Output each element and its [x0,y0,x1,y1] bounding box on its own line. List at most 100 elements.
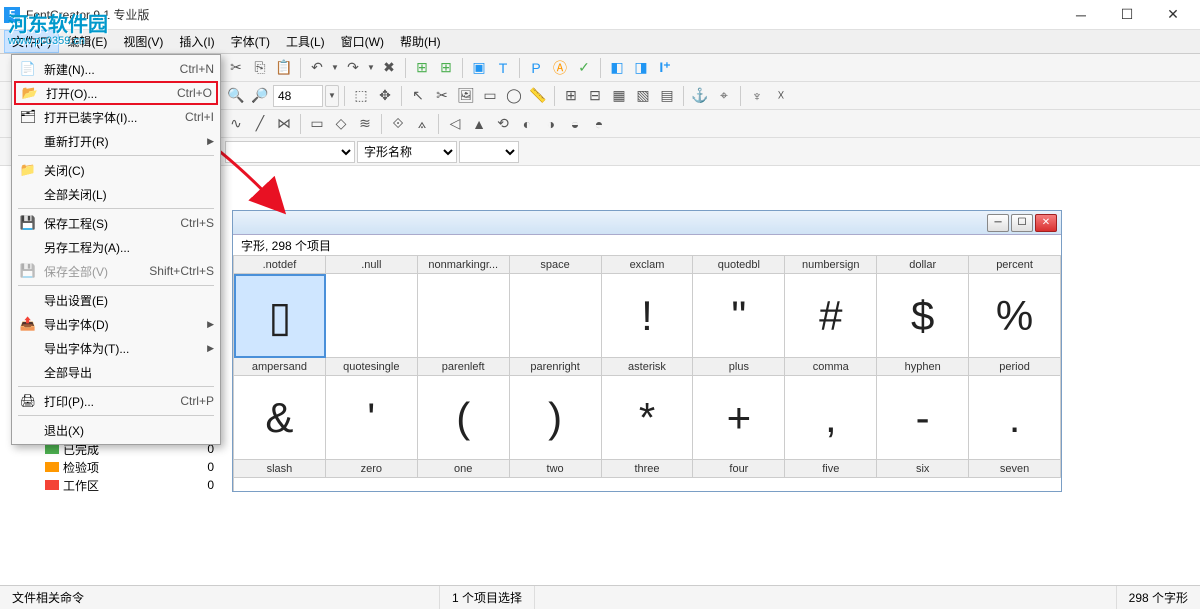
guides-icon[interactable]: ▦ [608,85,630,107]
glyph-cell[interactable]: % [969,274,1061,358]
menu-tools[interactable]: 工具(L) [278,30,333,53]
glyph-cell[interactable]: & [234,376,326,460]
glyph-cell[interactable]: ) [510,376,602,460]
glyph-cell[interactable] [326,274,418,358]
knife-icon[interactable]: ✂ [431,85,453,107]
redo-icon[interactable]: ↷ [342,57,364,79]
line-icon[interactable]: ╱ [249,113,271,135]
glyph-header[interactable]: nonmarkingr... [418,256,510,274]
menu-save[interactable]: 💾 保存工程(S) Ctrl+S [14,211,218,235]
maximize-button[interactable]: ☐ [1104,0,1150,30]
glyph-header[interactable]: parenleft [418,358,510,376]
undo-dropdown-icon[interactable]: ▼ [330,57,340,79]
glyph-header[interactable]: four [693,460,785,478]
layer-icon[interactable]: ▭ [306,113,328,135]
grid-icon[interactable]: ⊞ [560,85,582,107]
tool1-icon[interactable]: ⟐ [387,113,409,135]
glyph-header[interactable]: one [418,460,510,478]
tool4-icon[interactable]: ◑ [540,113,562,135]
erase-icon[interactable]: ◇ [330,113,352,135]
menu-print[interactable]: 🖨 打印(P)... Ctrl+P [14,389,218,413]
info-icon[interactable]: I⁺ [654,57,676,79]
combo-1[interactable] [225,141,355,163]
glyph-header[interactable]: quotedbl [693,256,785,274]
glyph-cell[interactable]: ! [602,274,694,358]
menu-file[interactable]: 文件(F) [4,30,59,53]
glyph-cell[interactable]: " [693,274,785,358]
p-icon[interactable]: P [525,57,547,79]
glyph-cell[interactable]: , [785,376,877,460]
glyph-cell[interactable]: $ [877,274,969,358]
zoom-out-icon[interactable]: 🔎 [249,85,271,107]
image-icon[interactable]: 🖼 [455,85,477,107]
zoom-in-icon[interactable]: 🔍 [225,85,247,107]
measure-icon[interactable]: 📏 [527,85,549,107]
tool6-icon[interactable]: ◓ [588,113,610,135]
close-button[interactable]: ✕ [1150,0,1196,30]
glyph-header[interactable]: .notdef [234,256,326,274]
glyph-header[interactable]: plus [693,358,785,376]
copy-icon[interactable]: ⎘ [249,57,271,79]
mdi-minimize-button[interactable]: ─ [987,214,1009,232]
text-icon[interactable]: T [492,57,514,79]
glyph-cell-notdef[interactable]: ▯ [234,274,326,358]
glyph-header[interactable]: seven [969,460,1061,478]
curve-icon[interactable]: ∿ [225,113,247,135]
menu-help[interactable]: 帮助(H) [392,30,449,53]
menu-save-as[interactable]: 另存工程为(A)... [14,235,218,259]
glyph-header[interactable]: dollar [877,256,969,274]
rect-icon[interactable]: ▭ [479,85,501,107]
undo-icon[interactable]: ↶ [306,57,328,79]
branch-icon[interactable]: ♆ [746,85,768,107]
menu-exit[interactable]: 退出(X) [14,418,218,442]
combo-3[interactable] [459,141,519,163]
preview2-icon[interactable]: ◨ [630,57,652,79]
ellipse-icon[interactable]: ◯ [503,85,525,107]
glyph-header[interactable]: slash [234,460,326,478]
glyph-cell[interactable]: * [602,376,694,460]
menu-open[interactable]: 📂 打开(O)... Ctrl+O [14,81,218,105]
glyph-header[interactable]: two [510,460,602,478]
menu-insert[interactable]: 插入(I) [171,30,222,53]
new-glyph2-icon[interactable]: ⊞ [435,57,457,79]
menu-open-installed[interactable]: 🗂 打开已装字体(I)... Ctrl+I [14,105,218,129]
rotate-icon[interactable]: ⟲ [492,113,514,135]
minimize-button[interactable]: ─ [1058,0,1104,30]
move-icon[interactable]: ✥ [374,85,396,107]
delete-icon[interactable]: ✖ [378,57,400,79]
menu-export-font[interactable]: 📤 导出字体(D) ▶ [14,312,218,336]
glyph-header[interactable]: hyphen [877,358,969,376]
glyph-cell[interactable]: + [693,376,785,460]
menu-export-all[interactable]: 全部导出 [14,360,218,384]
menu-export-settings[interactable]: 导出设置(E) [14,288,218,312]
branch2-icon[interactable]: ☓ [770,85,792,107]
tool2-icon[interactable]: ⟑ [411,113,433,135]
glyph-header[interactable]: exclam [602,256,694,274]
glyph-header[interactable]: ampersand [234,358,326,376]
menu-close-all[interactable]: 全部关闭(L) [14,182,218,206]
tool3-icon[interactable]: ◐ [516,113,538,135]
menu-reopen[interactable]: 重新打开(R) ▶ [14,129,218,153]
glyph-header[interactable]: asterisk [602,358,694,376]
glyph-cell[interactable]: - [877,376,969,460]
a-icon[interactable]: Ⓐ [549,57,571,79]
glyph-header[interactable]: period [969,358,1061,376]
grid2-icon[interactable]: ⊟ [584,85,606,107]
glyph-header[interactable]: .null [326,256,418,274]
snap-icon[interactable]: ⌖ [713,85,735,107]
glyph-cell[interactable]: # [785,274,877,358]
flip-v-icon[interactable]: ▲ [468,113,490,135]
menu-font[interactable]: 字体(T) [223,30,278,53]
glyph-header[interactable]: numbersign [785,256,877,274]
menu-export-font-as[interactable]: 导出字体为(T)... ▶ [14,336,218,360]
glyph-cell[interactable]: . [969,376,1061,460]
mdi-titlebar[interactable]: ─ ☐ ✕ [233,211,1061,235]
glyph-header[interactable]: space [510,256,602,274]
metrics-icon[interactable]: ▤ [656,85,678,107]
mdi-maximize-button[interactable]: ☐ [1011,214,1033,232]
menu-save-all[interactable]: 💾 保存全部(V) Shift+Ctrl+S [14,259,218,283]
glyph-header[interactable]: five [785,460,877,478]
node-icon[interactable]: ⋈ [273,113,295,135]
glyph-cell[interactable]: ( [418,376,510,460]
cut-icon[interactable]: ✂ [225,57,247,79]
